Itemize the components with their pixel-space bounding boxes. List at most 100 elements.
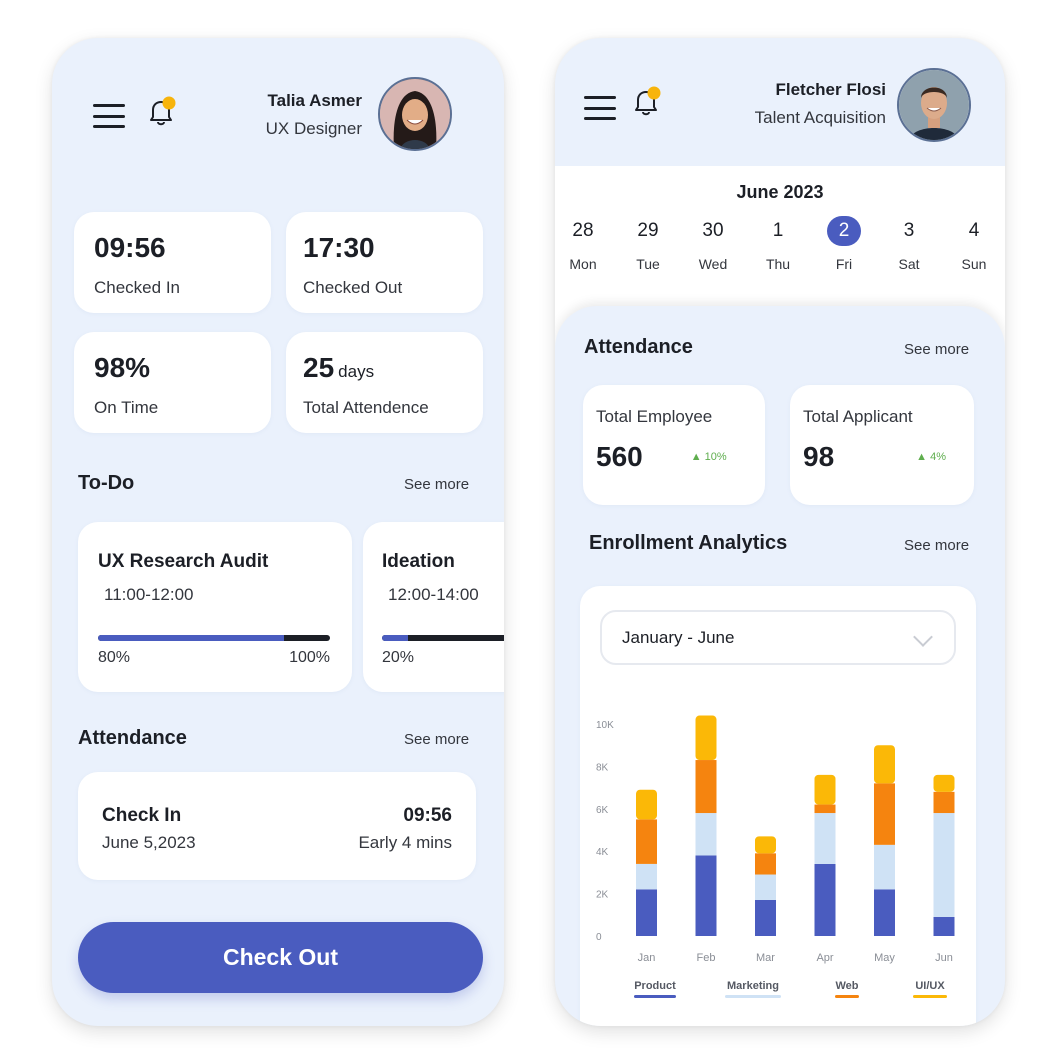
day-of-week: Tue [636, 256, 660, 272]
record-time: 09:56 [403, 805, 452, 826]
stat-value: 17:30 [303, 232, 375, 263]
employee-app-screen: Talia Asmer UX Designer 09:56 Checked In… [52, 38, 504, 1026]
date-range-dropdown[interactable]: January - June [600, 610, 956, 665]
attendance-section-title: Attendance [584, 336, 693, 358]
todo-progress-label: 80% [98, 649, 131, 666]
enrollment-see-more-link[interactable]: See more [904, 537, 969, 554]
stat-card-total-attendance: 25 days Total Attendence [286, 332, 483, 433]
calendar-day[interactable]: 3 Sat [884, 216, 934, 272]
record-label: Check In [102, 805, 182, 826]
bar-segment-marketing-feb[interactable] [695, 813, 717, 856]
bar-segment-web-jun[interactable] [933, 791, 955, 814]
legend-swatch [835, 995, 859, 998]
todo-title: Ideation [382, 551, 455, 572]
notification-dot [162, 96, 176, 110]
bar-segment-uiux-may[interactable] [874, 745, 895, 784]
day-of-week: Thu [765, 256, 791, 272]
legend-item-marketing[interactable]: Marketing [725, 980, 781, 998]
todo-progress-max: 100% [289, 649, 330, 666]
y-tick-label: 2K [596, 890, 609, 901]
todo-progress-fill [98, 635, 284, 641]
bell-icon [635, 86, 661, 116]
calendar-day[interactable]: 28 Mon [558, 216, 608, 272]
bar-segment-product-jun[interactable] [933, 916, 955, 936]
recruiter-app-screen: Fletcher Flosi Talent Acquisition June 2… [555, 38, 1005, 1026]
legend-swatch [913, 995, 947, 998]
bar-segment-web-jan[interactable] [636, 819, 657, 864]
bar-segment-product-mar[interactable] [755, 899, 776, 936]
bar-segment-product-jan[interactable] [636, 889, 657, 936]
bar-segment-uiux-jan[interactable] [636, 789, 657, 820]
y-tick-label: 6K [596, 805, 609, 816]
todo-see-more-link[interactable]: See more [404, 476, 469, 493]
bar-segment-product-feb[interactable] [695, 855, 717, 936]
notifications-button[interactable] [631, 86, 661, 123]
record-note: Early 4 mins [358, 833, 452, 852]
calendar-day[interactable]: 29 Tue [623, 216, 673, 272]
calendar-day[interactable]: 1 Thu [753, 216, 803, 272]
bar-segment-product-apr[interactable] [814, 863, 836, 936]
day-number: 28 [572, 220, 594, 241]
attendance-section-title: Attendance [78, 727, 187, 749]
day-number: 30 [702, 220, 724, 241]
bar-segment-marketing-apr[interactable] [814, 813, 836, 864]
todo-card[interactable]: Ideation 12:00-14:00 20% [363, 522, 504, 692]
stat-label: Total Attendence [303, 398, 429, 417]
legend-item-uiux[interactable]: UI/UX [913, 980, 947, 998]
metric-change: ▲ 4% [916, 451, 946, 463]
y-tick-label: 4K [596, 847, 609, 858]
todo-time: 12:00-14:00 [388, 585, 479, 604]
calendar-day[interactable]: 4 Sun [949, 216, 999, 272]
metric-label: Total Employee [596, 407, 713, 426]
bar-segment-uiux-mar[interactable] [755, 836, 776, 854]
attendance-see-more-link[interactable]: See more [904, 341, 969, 358]
day-number: 29 [637, 220, 659, 241]
x-tick-label: Jan [638, 952, 656, 964]
legend-label: Marketing [727, 980, 779, 992]
calendar-day-selected[interactable]: 2 Fri [819, 216, 869, 272]
bar-segment-web-apr[interactable] [814, 804, 836, 814]
bar-segment-product-may[interactable] [874, 889, 895, 936]
day-of-week: Wed [698, 256, 728, 272]
x-tick-label: Jun [935, 952, 953, 964]
legend-item-web[interactable]: Web [835, 980, 859, 998]
bar-segment-web-mar[interactable] [755, 853, 776, 875]
user-name: Talia Asmer [267, 91, 363, 110]
bar-segment-marketing-jan[interactable] [636, 863, 657, 890]
user-name: Fletcher Flosi [775, 80, 886, 99]
avatar[interactable] [897, 68, 971, 142]
day-number: 1 [772, 220, 784, 241]
bar-segment-marketing-may[interactable] [874, 844, 895, 890]
bar-segment-web-feb[interactable] [695, 760, 717, 814]
y-tick-label: 8K [596, 762, 609, 773]
legend-swatch [725, 995, 781, 998]
menu-icon[interactable] [584, 96, 616, 120]
legend-item-product[interactable]: Product [634, 980, 676, 998]
bar-segment-marketing-jun[interactable] [933, 813, 955, 917]
legend-label: UI/UX [915, 980, 945, 992]
calendar-month: June 2023 [736, 182, 824, 202]
stat-label: Checked Out [303, 278, 403, 297]
user-role: Talent Acquisition [754, 108, 886, 127]
bar-segment-web-may[interactable] [874, 783, 895, 845]
bar-segment-uiux-apr[interactable] [814, 774, 836, 805]
menu-icon[interactable] [93, 104, 125, 128]
stat-number: 25 [303, 352, 335, 383]
calendar-day[interactable]: 30 Wed [688, 216, 738, 272]
bar-segment-uiux-jun[interactable] [933, 774, 955, 792]
bar-segment-uiux-feb[interactable] [695, 715, 717, 761]
avatar[interactable] [378, 77, 452, 151]
stat-unit: days [338, 362, 375, 381]
todo-card[interactable]: UX Research Audit 11:00-12:00 80% 100% [78, 522, 352, 692]
chart-legend: Product Marketing Web UI/UX [580, 980, 976, 1010]
metric-change-value: 4% [930, 451, 947, 463]
enrollment-chart-card: January - June 0 2K 4K 6K 8K 10K Jan Feb Mar Apr M… [580, 586, 976, 1026]
stat-card-checked-out: 17:30 Checked Out [286, 212, 483, 313]
bar-segment-marketing-mar[interactable] [755, 874, 776, 900]
check-out-button[interactable]: Check Out [78, 922, 483, 993]
avatar-photo-icon [380, 79, 450, 149]
metric-card-total-employee: Total Employee 560 ▲ 10% [583, 385, 765, 505]
notifications-button[interactable] [146, 96, 176, 133]
attendance-see-more-link[interactable]: See more [404, 731, 469, 748]
attendance-record-card[interactable]: Check In 09:56 June 5,2023 Early 4 mins [78, 772, 476, 880]
